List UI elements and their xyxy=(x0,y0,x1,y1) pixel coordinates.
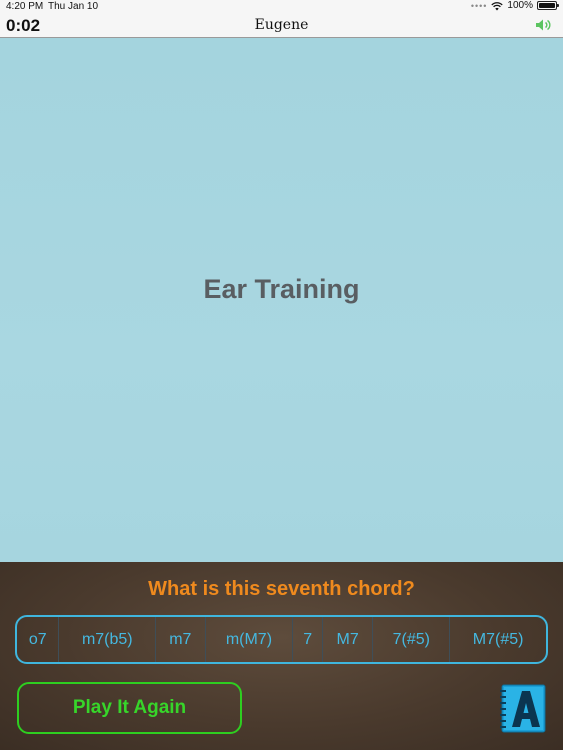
question-text: What is this seventh chord? xyxy=(148,578,415,600)
nav-title: Eugene xyxy=(254,17,309,33)
battery-icon xyxy=(537,1,559,10)
page-title: Ear Training xyxy=(203,274,360,304)
play-again-button[interactable]: Play It Again xyxy=(17,682,242,734)
main-content: Ear Training xyxy=(0,38,563,562)
chord-option[interactable]: M7(#5) xyxy=(450,617,546,662)
nav-bar: 0:02 Eugene xyxy=(0,14,563,38)
status-bar: 4:20 PM Thu Jan 10 •••• 100% xyxy=(0,0,563,14)
battery-percent: 100% xyxy=(507,0,533,11)
chord-option[interactable]: 7 xyxy=(293,617,323,662)
status-right: •••• 100% xyxy=(470,0,559,11)
chord-option[interactable]: 7(#5) xyxy=(373,617,451,662)
signal-dots-icon: •••• xyxy=(470,0,488,11)
speaker-icon[interactable] xyxy=(535,18,553,32)
chord-options: o7 m7(b5) m7 m(M7) 7 M7 7(#5) M7(#5) xyxy=(15,615,548,664)
chord-option[interactable]: M7 xyxy=(323,617,374,662)
notebook-logo-icon[interactable] xyxy=(498,682,548,734)
answer-panel: What is this seventh chord? o7 m7(b5) m7… xyxy=(0,562,563,750)
chord-option[interactable]: m7 xyxy=(156,617,206,662)
wifi-icon xyxy=(491,1,504,10)
status-date: Thu Jan 10 xyxy=(48,1,99,12)
chord-option[interactable]: m7(b5) xyxy=(59,617,157,662)
chord-option[interactable]: o7 xyxy=(17,617,60,662)
status-time: 4:20 PM xyxy=(6,1,44,12)
chord-option[interactable]: m(M7) xyxy=(206,617,294,662)
